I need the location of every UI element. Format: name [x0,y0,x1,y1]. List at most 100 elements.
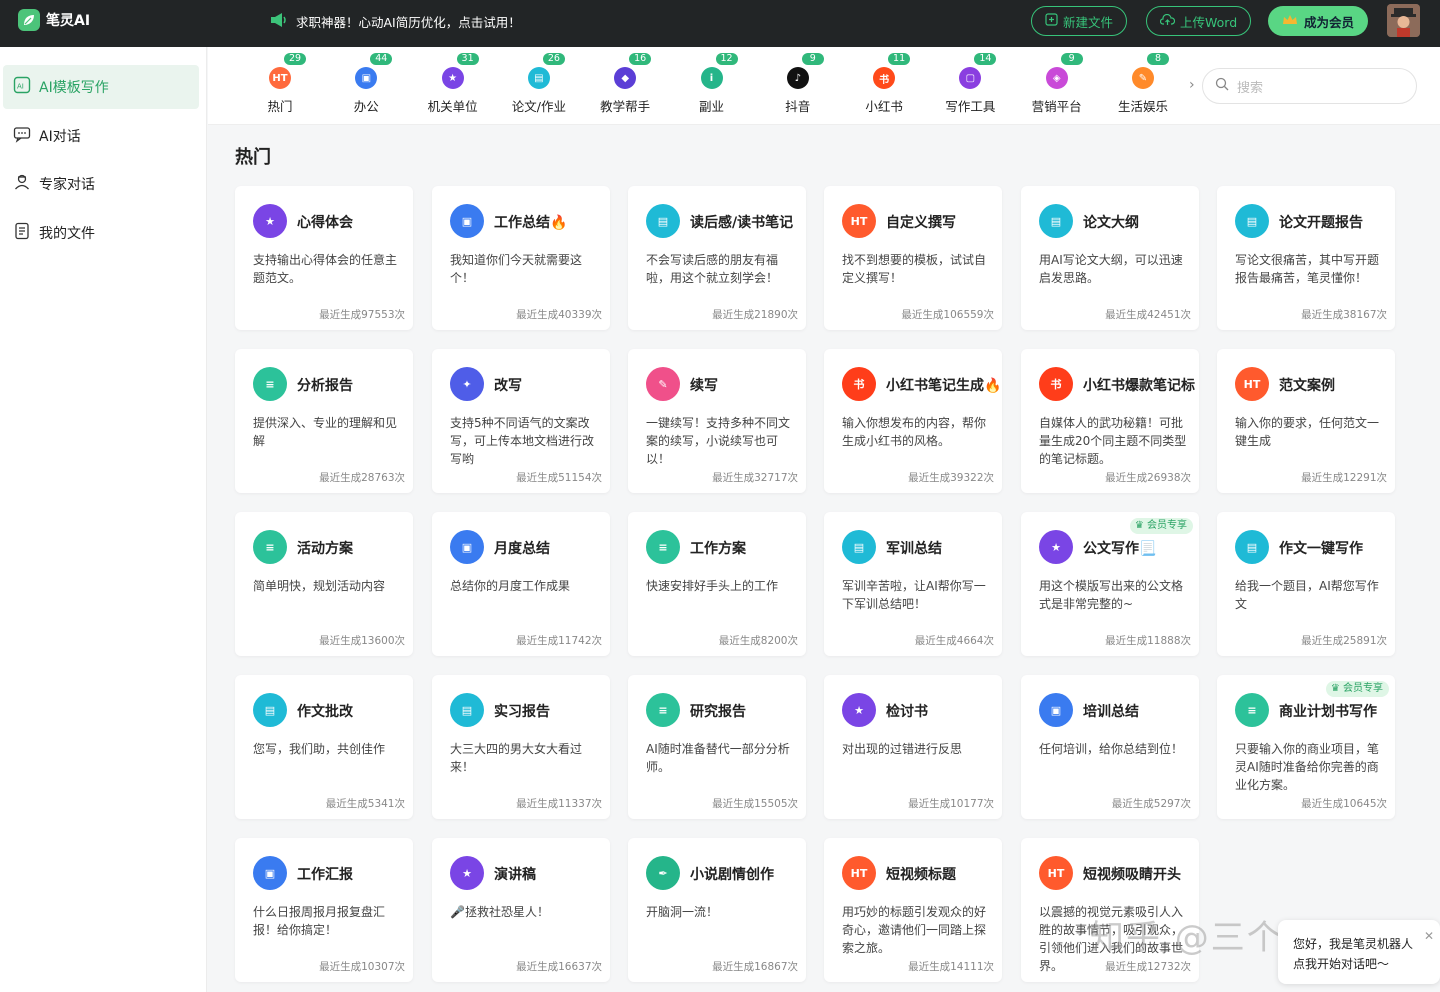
template-card[interactable]: ≡ 活动方案 简单明快，规划活动内容 最近生成13600次 [235,512,413,656]
template-card[interactable]: ▤ 实习报告 大三大四的男大女大看过来！ 最近生成11337次 [432,675,610,819]
template-card[interactable]: ✦ 改写 支持5种不同语气的文案改写，可上传本地文档进行改写哟 最近生成51154次 [432,349,610,493]
template-icon: ★ [450,856,484,890]
template-icon: ≡ [253,367,287,401]
template-card[interactable]: ★ 公文写作📃 用这个模版写出来的公文格式是非常完整的~ 最近生成11888次 ♛ 会员… [1021,512,1199,656]
category-icon: ▤ [527,67,550,89]
template-card[interactable]: ★ 检讨书 对出现的过错进行反思 最近生成10177次 [824,675,1002,819]
upload-word-label: 上传Word [1180,14,1238,30]
card-title: 范文案例 [1279,378,1335,394]
template-card[interactable]: ≡ 研究报告 AI随时准备替代一部分分析师。 最近生成15505次 [628,675,806,819]
template-card[interactable]: ≡ 分析报告 提供深入、专业的理解和见解 最近生成28763次 [235,349,413,493]
category-icon: ★ [441,67,464,89]
template-icon: ▤ [646,204,680,238]
category-tab[interactable]: 44 ▣ 办公 [323,47,409,125]
usage-count: 最近生成11888次 [1105,635,1191,647]
file-icon [13,222,31,244]
sidebar-item-my-files[interactable]: 我的文件 [3,211,199,255]
expert-icon [13,173,31,195]
template-icon: HT [842,856,876,890]
usage-count: 最近生成12291次 [1301,472,1387,484]
vip-badge: ♛ 会员专享 [1129,518,1193,534]
category-tab[interactable]: 9 ◈ 营销平台 [1014,47,1100,125]
card-title: 作文一键写作 [1279,541,1363,557]
sidebar-item-ai-template[interactable]: AI AI模板写作 [3,65,199,109]
sidebar-item-ai-chat[interactable]: AI对话 [3,114,199,158]
usage-count: 最近生成51154次 [516,472,602,484]
become-member-button[interactable]: 成为会员 [1268,6,1369,36]
sidebar: AI AI模板写作 AI对话 专家对话 我的文件 [0,47,207,992]
template-card[interactable]: ≡ 工作方案 快速安排好手头上的工作 最近生成8200次 [628,512,806,656]
template-card[interactable]: 书小红书爆款笔记标 自媒体人的武功秘籍！可批量生成20个同主题不同类型的笔记标题。… [1021,349,1199,493]
category-label: 办公 [353,99,379,114]
sidebar-item-expert-chat[interactable]: 专家对话 [3,162,199,206]
template-card[interactable]: ★ 心得体会 支持输出心得体会的任意主题范文。 最近生成97553次 [235,186,413,330]
new-file-button[interactable]: 新建文件 [1031,6,1128,36]
category-tab[interactable]: 26 ▤ 论文/作业 [496,47,582,125]
category-tab[interactable]: 14 ▢ 写作工具 [927,47,1013,125]
template-icon: ≡ [1235,693,1269,727]
chevron-right-icon[interactable]: › [1189,77,1195,93]
card-title: 短视频标题 [886,867,956,883]
template-icon: ≡ [253,530,287,564]
template-card[interactable]: ★ 演讲稿 🎤拯救社恐星人！ 最近生成16637次 [432,838,610,982]
category-tab[interactable]: 12 i 副业 [669,47,755,125]
usage-count: 最近生成28763次 [319,472,405,484]
template-card[interactable]: ▣ 工作总结🔥 我知道你们今天就需要这个！ 最近生成40339次 [432,186,610,330]
card-description: 自媒体人的武功秘籍！可批量生成20个同主题不同类型的笔记标题。 [1039,416,1187,466]
usage-count: 最近生成11337次 [516,798,602,810]
category-label: 副业 [698,99,724,114]
promo-banner[interactable]: 求职神器！心动AI简历优化，点击试用！ [270,12,521,31]
template-card[interactable]: ≡ 商业计划书写作 只要输入你的商业项目，笔灵AI随时准备给你完善的商业化方案。 最近… [1217,675,1395,819]
category-label: 论文/作业 [511,99,566,114]
count-badge: 44 [370,53,393,65]
template-card[interactable]: ▣ 工作汇报 什么日报周报月报复盘汇报！给你搞定！ 最近生成10307次 [235,838,413,982]
template-card[interactable]: ✎ 续写 一键续写！支持多种不同文案的续写，小说续写也可以！ 最近生成32717次 [628,349,806,493]
template-icon: ★ [1039,530,1073,564]
user-avatar[interactable] [1387,4,1420,37]
category-tab[interactable]: 9 ♪ 抖音 [755,47,841,125]
template-card[interactable]: ▤ 作文批改 您写，我们助，共创佳作 最近生成5341次 [235,675,413,819]
search-input[interactable]: 搜索 [1202,68,1417,104]
add-file-icon [1045,13,1058,29]
card-title: 分析报告 [297,378,353,394]
template-icon: ≡ [646,530,680,564]
category-icon: ◈ [1045,67,1068,89]
template-card[interactable]: ▤ 论文开题报告 写论文很痛苦，其中写开题报告最痛苦，笔灵懂你！ 最近生成38167次 [1217,186,1395,330]
upload-word-button[interactable]: 上传Word [1146,6,1252,36]
card-title: 工作汇报 [297,867,353,883]
close-icon[interactable]: ✕ [1424,926,1434,946]
template-card[interactable]: 书小红书笔记生成🔥 输入你想发布的内容，帮你生成小红书的风格。 最近生成39322次 [824,349,1002,493]
category-tab[interactable]: 8 ✎ 生活娱乐 [1100,47,1186,125]
usage-count: 最近生成4664次 [914,635,994,647]
template-card[interactable]: HT 短视频标题 用巧妙的标题引发观众的好奇心，邀请他们一同踏上探索之旅。 最近生成1… [824,838,1002,982]
usage-count: 最近生成21890次 [712,309,798,321]
card-title: 短视频吸睛开头 [1083,867,1181,883]
usage-count: 最近生成106559次 [901,309,994,321]
template-icon: ≡ [646,693,680,727]
card-description: 快速安排好手头上的工作 [646,579,779,593]
template-icon: ▤ [1235,204,1269,238]
category-tab[interactable]: 29 HT 热门 [237,47,323,125]
card-description: 用这个模版写出来的公文格式是非常完整的~ [1039,579,1184,611]
template-card[interactable]: ▤ 论文大纲 用AI写论文大纲，可以迅速启发思路。 最近生成42451次 [1021,186,1199,330]
template-card[interactable]: ✒ 小说剧情创作 开脑洞一流！ 最近生成16867次 [628,838,806,982]
template-card[interactable]: ▤ 军训总结 军训辛苦啦，让AI帮你写一下军训总结吧！ 最近生成4664次 [824,512,1002,656]
card-description: 写论文很痛苦，其中写开题报告最痛苦，笔灵懂你！ [1235,253,1380,285]
card-description: 简单明快，规划活动内容 [253,579,386,593]
template-card[interactable]: ▤ 作文一键写作 给我一个题目，AI帮您写作文 最近生成25891次 [1217,512,1395,656]
card-description: 输入你的要求，任何范文一键生成 [1235,416,1380,448]
template-card[interactable]: ▣ 月度总结 总结你的月度工作成果 最近生成11742次 [432,512,610,656]
template-icon: ✦ [450,367,484,401]
category-tab[interactable]: 11 书小红书 [841,47,927,125]
template-card[interactable]: ▣ 培训总结 任何培训，给你总结到位！ 最近生成5297次 [1021,675,1199,819]
category-label: 教学帮手 [600,99,651,114]
category-tab[interactable]: 31 ★ 机关单位 [410,47,496,125]
category-tab[interactable]: 16 ◆ 教学帮手 [582,47,668,125]
template-card[interactable]: HT 范文案例 输入你的要求，任何范文一键生成 最近生成12291次 [1217,349,1395,493]
app-logo[interactable]: 笔灵AI [18,9,90,31]
category-icon: i [700,67,723,89]
chatbot-popup[interactable]: ✕ 您好，我是笔灵机器人 点我开始对话吧～ [1278,920,1440,984]
template-card[interactable]: ▤ 读后感/读书笔记 不会写读后感的朋友有福啦，用这个就立刻学会！ 最近生成21890… [628,186,806,330]
sidebar-item-label: AI模板写作 [39,80,109,96]
template-card[interactable]: HT 自定义撰写 找不到想要的模板，试试自定义撰写！ 最近生成106559次 [824,186,1002,330]
